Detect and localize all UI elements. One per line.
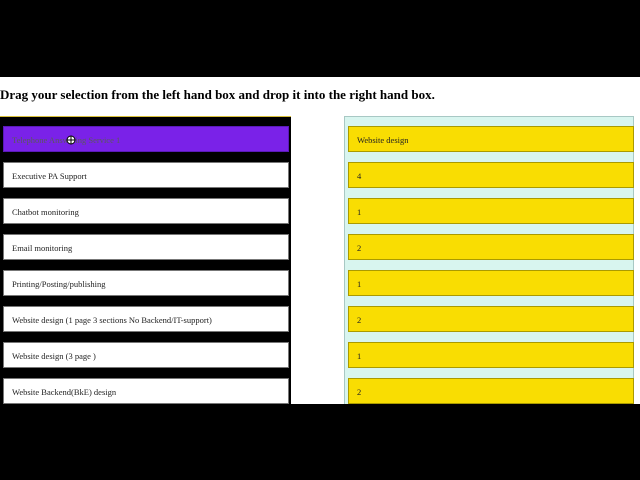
- target-item[interactable]: 1: [348, 342, 634, 368]
- target-item[interactable]: 1: [348, 198, 634, 224]
- instruction-heading: Drag your selection from the left hand b…: [0, 87, 435, 102]
- target-item[interactable]: Website design: [348, 126, 634, 152]
- source-item[interactable]: Chatbot monitoring: [3, 198, 289, 224]
- target-item[interactable]: 2: [348, 234, 634, 260]
- source-box: Telephone Answering Service 1 Executive …: [0, 116, 291, 404]
- target-box[interactable]: Website design 4 1 2 1 2 1 2: [344, 116, 634, 404]
- source-item[interactable]: Telephone Answering Service 1: [3, 126, 289, 152]
- source-item[interactable]: Printing/Posting/publishing: [3, 270, 289, 296]
- target-item[interactable]: 4: [348, 162, 634, 188]
- move-cursor-icon: [66, 135, 76, 145]
- target-item[interactable]: 2: [348, 378, 634, 404]
- source-item[interactable]: Website design (3 page ): [3, 342, 289, 368]
- page-content: Drag your selection from the left hand b…: [0, 77, 640, 404]
- source-item[interactable]: Executive PA Support: [3, 162, 289, 188]
- source-item[interactable]: Website Backend(BkE) design: [3, 378, 289, 404]
- source-item[interactable]: Email monitoring: [3, 234, 289, 260]
- target-item[interactable]: 1: [348, 270, 634, 296]
- source-item[interactable]: Website design (1 page 3 sections No Bac…: [3, 306, 289, 332]
- target-item[interactable]: 2: [348, 306, 634, 332]
